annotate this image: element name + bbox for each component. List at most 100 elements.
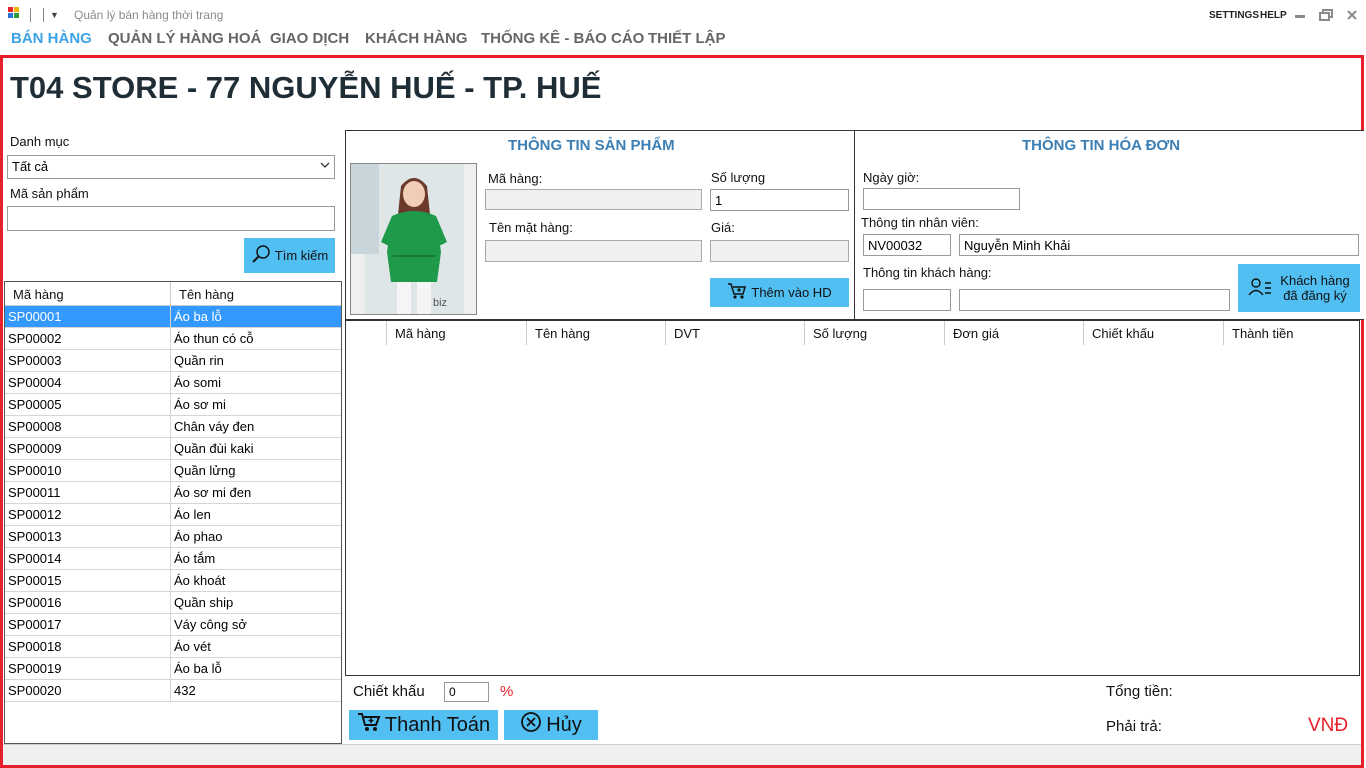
table-row[interactable]: SP00018 Áo vét	[5, 636, 341, 658]
menu-giao-dich[interactable]: GIAO DỊCH	[270, 30, 349, 47]
cell-product-name: Áo sơ mi	[174, 397, 226, 412]
cell-product-name: Chân váy đen	[174, 419, 255, 434]
cell-product-code: SP00011	[5, 482, 171, 503]
category-dropdown[interactable]: Tất cả	[7, 155, 335, 179]
invoice-grid-header: Mã hàng Tên hàng DVT Số lượng Đơn giá Ch…	[346, 321, 1359, 345]
menu-thiet-lap[interactable]: THIẾT LẬP	[648, 30, 726, 47]
total-label: Tổng tiền:	[1106, 683, 1173, 700]
search-button[interactable]: Tìm kiếm	[244, 238, 335, 273]
customer-id-input[interactable]	[863, 289, 951, 311]
product-name-field[interactable]	[485, 240, 702, 262]
cell-product-code: SP00013	[5, 526, 171, 547]
cart-icon	[357, 711, 381, 739]
add-to-invoice-button[interactable]: Thêm vào HD	[710, 278, 849, 307]
cell-product-name: Quần ship	[174, 595, 234, 610]
cell-product-name: Áo ba lỗ	[174, 661, 222, 676]
table-row[interactable]: SP00014 Áo tắm	[5, 548, 341, 570]
cell-product-code: SP00016	[5, 592, 171, 613]
table-row[interactable]: SP00017 Váy công sở	[5, 614, 341, 636]
cell-product-code: SP00020	[5, 680, 171, 701]
column-header-ten-hang[interactable]: Tên hàng	[527, 321, 666, 345]
cell-product-code: SP00012	[5, 504, 171, 525]
menu-ban-hang[interactable]: BÁN HÀNG	[11, 30, 92, 47]
table-row[interactable]: SP00019 Áo ba lỗ	[5, 658, 341, 680]
price-field[interactable]	[710, 240, 849, 262]
product-code-info-label: Mã hàng:	[488, 171, 543, 186]
discount-input[interactable]	[444, 682, 489, 702]
product-info-title: THÔNG TIN SẢN PHẨM	[508, 137, 675, 154]
cart-add-icon	[727, 282, 747, 303]
price-label: Giá:	[711, 220, 735, 235]
image-watermark: biz	[433, 297, 448, 309]
cell-product-name: Quần rin	[174, 353, 224, 368]
cell-product-code: SP00017	[5, 614, 171, 635]
cell-product-name: Quần lửng	[174, 463, 236, 478]
cell-product-name: Áo phao	[174, 529, 223, 544]
product-list-header: Mã hàng Tên hàng	[5, 282, 341, 306]
minimize-icon[interactable]	[1294, 8, 1308, 20]
cell-product-name: Áo vét	[174, 639, 211, 654]
table-row[interactable]: SP00008 Chân váy đen	[5, 416, 341, 438]
cell-product-name: Áo tắm	[174, 551, 216, 566]
column-header-chiet-khau[interactable]: Chiết khấu	[1084, 321, 1224, 345]
table-row[interactable]: SP00003 Quần rin	[5, 350, 341, 372]
product-code-label: Mã sản phẩm	[10, 186, 89, 201]
column-header-thanh-tien[interactable]: Thành tiền	[1224, 321, 1359, 345]
status-bar	[3, 744, 1361, 765]
currency-label: VNĐ	[1308, 715, 1349, 736]
checkout-button[interactable]: Thanh Toán	[349, 710, 498, 740]
cell-product-name: Áo khoát	[174, 573, 226, 588]
invoice-grid: Mã hàng Tên hàng DVT Số lượng Đơn giá Ch…	[345, 320, 1360, 676]
table-row[interactable]: SP00011 Áo sơ mi đen	[5, 482, 341, 504]
quick-access-dropdown-icon[interactable]: ▼	[50, 10, 59, 20]
product-rows: SP00001 Áo ba lỗ SP00002 Áo thun có cỗ SP000…	[5, 306, 341, 702]
table-row[interactable]: SP00004 Áo somi	[5, 372, 341, 394]
column-header-ma-hang[interactable]: Mã hàng	[387, 321, 527, 345]
column-header-dvt[interactable]: DVT	[666, 321, 805, 345]
discount-label: Chiết khấu	[353, 683, 425, 700]
staff-name-input[interactable]	[959, 234, 1359, 256]
category-label: Danh mục	[10, 134, 70, 149]
table-row[interactable]: SP00015 Áo khoát	[5, 570, 341, 592]
cell-product-code: SP00004	[5, 372, 171, 393]
cell-product-name: Áo somi	[174, 375, 221, 390]
help-link[interactable]: HELP	[1260, 10, 1287, 21]
column-header-ma-hang[interactable]: Mã hàng	[5, 282, 171, 305]
restore-icon[interactable]	[1319, 8, 1333, 21]
table-row[interactable]: SP00001 Áo ba lỗ	[5, 306, 341, 328]
close-icon[interactable]	[1346, 8, 1360, 20]
table-row[interactable]: SP00002 Áo thun có cỗ	[5, 328, 341, 350]
cell-product-name: 432	[174, 683, 196, 698]
customer-name-input[interactable]	[959, 289, 1230, 311]
settings-link[interactable]: SETTINGS	[1209, 10, 1259, 21]
cell-product-name: Váy công sở	[174, 617, 247, 632]
customer-list-icon	[1248, 276, 1272, 301]
table-row[interactable]: SP00013 Áo phao	[5, 526, 341, 548]
cancel-button[interactable]: Hủy	[504, 710, 598, 740]
menu-khach-hang[interactable]: KHÁCH HÀNG	[365, 30, 468, 47]
column-header-so-luong[interactable]: Số lượng	[805, 321, 945, 345]
table-row[interactable]: SP00016 Quần ship	[5, 592, 341, 614]
registered-customer-button[interactable]: Khách hàng đã đăng ký	[1238, 264, 1360, 312]
menu-thong-ke-bao-cao[interactable]: THỐNG KÊ - BÁO CÁO	[481, 30, 644, 47]
staff-id-input[interactable]	[863, 234, 951, 256]
datetime-label: Ngày giờ:	[863, 170, 920, 185]
quantity-input[interactable]	[710, 189, 849, 211]
table-row[interactable]: SP00009 Quần đùi kaki	[5, 438, 341, 460]
cell-product-code: SP00014	[5, 548, 171, 569]
product-code-field[interactable]	[485, 189, 702, 210]
percent-sign: %	[500, 683, 514, 700]
cell-product-code: SP00009	[5, 438, 171, 459]
cell-product-code: SP00008	[5, 416, 171, 437]
column-header-ten-hang[interactable]: Tên hàng	[171, 282, 341, 305]
table-row[interactable]: SP00005 Áo sơ mi	[5, 394, 341, 416]
table-row[interactable]: SP00010 Quần lửng	[5, 460, 341, 482]
product-code-input[interactable]	[7, 206, 335, 231]
table-row[interactable]: SP00012 Áo len	[5, 504, 341, 526]
table-row[interactable]: SP00020 432	[5, 680, 341, 702]
column-header-don-gia[interactable]: Đơn giá	[945, 321, 1084, 345]
menu-quan-ly-hang-hoa[interactable]: QUẢN LÝ HÀNG HOÁ	[108, 30, 261, 47]
datetime-input[interactable]	[863, 188, 1020, 210]
registered-customer-label: Khách hàng đã đăng ký	[1280, 273, 1349, 303]
row-header-corner	[346, 321, 387, 345]
